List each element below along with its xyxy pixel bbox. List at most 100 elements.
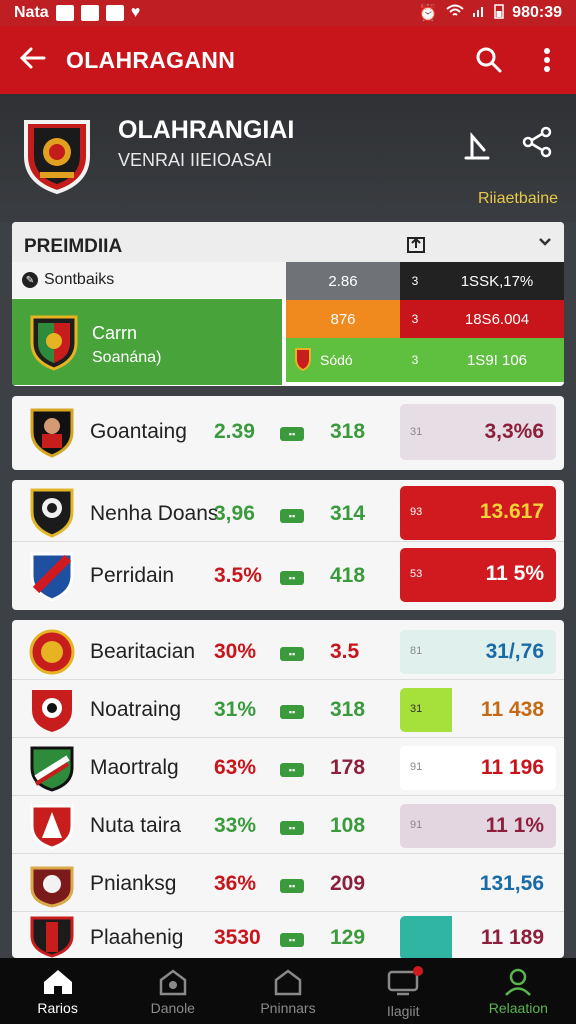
nav-label: Rarios (37, 1000, 78, 1016)
notification-icon (80, 5, 99, 21)
nav-item-teams[interactable]: Pninnars (230, 958, 345, 1024)
team-name: Nuta taira (90, 814, 182, 837)
score-value: 11 1% (485, 814, 544, 837)
app-bar: OLAHRAGANN (0, 26, 576, 94)
more-button[interactable] (518, 47, 576, 73)
carrier-text: Nata (14, 4, 49, 21)
score-rank: 91 (410, 761, 423, 773)
team-crest-icon (28, 914, 76, 958)
panel-cell: 2.86 (286, 262, 400, 300)
team-points: 108 (330, 814, 366, 837)
standings-card: Goantaing 2.39 ▪▪ 318 31 3,3%6 (12, 396, 564, 470)
form-badge: ▪▪ (280, 879, 304, 893)
nav-item-schedule[interactable]: Danole (115, 958, 230, 1024)
form-badge: ▪▪ (280, 821, 304, 835)
back-button[interactable] (0, 43, 66, 77)
team-crest-icon (28, 802, 76, 850)
table-row[interactable]: Pnianksg 36% ▪▪ 209 131,56 (12, 856, 564, 912)
notification-badge (413, 966, 424, 976)
network-button[interactable] (522, 126, 554, 163)
score-value: 11 438 (480, 698, 544, 721)
form-badge: ▪▪ (280, 763, 304, 777)
team-crest-icon (28, 406, 76, 458)
team-score-box: 11 189 (400, 916, 556, 958)
panel-team-block[interactable]: Carrn Soanána) (12, 299, 282, 385)
panel-title: PREIMDIIA (24, 236, 123, 257)
team-stat: 36% (214, 872, 257, 895)
score-value: 3,3%6 (484, 420, 544, 443)
battery-icon (494, 3, 504, 24)
team-name: Perridain (90, 564, 175, 587)
team-crest-icon (294, 347, 312, 374)
team-stat: 33% (214, 814, 257, 837)
share-button[interactable] (462, 130, 492, 165)
table-row[interactable]: Plaahenig 3530 ▪▪ 129 11 189 (12, 910, 564, 958)
team-stat: 3.5% (214, 564, 262, 587)
team-stat: 31% (214, 698, 257, 721)
wifi-icon (446, 4, 464, 23)
team-stat: 3530 (214, 926, 261, 949)
more-vert-icon (544, 48, 550, 72)
header-link[interactable]: Riiaetbaine (478, 190, 558, 208)
share-icon (464, 131, 490, 160)
form-badge: ▪▪ (280, 933, 304, 947)
team-stat: 2.39 (214, 420, 255, 443)
standings-card: Nenha Doans 3,96 ▪▪ 314 93 13.617 Perrid… (12, 480, 564, 610)
chevron-down-icon[interactable] (538, 234, 552, 252)
team-crest-icon (28, 486, 76, 538)
team-points: 418 (330, 564, 366, 587)
team-points: 318 (330, 698, 366, 721)
score-rank: 53 (410, 568, 423, 580)
score-highlight (400, 916, 452, 958)
score-value: 31/,76 (485, 640, 544, 663)
nav-item-highlights[interactable]: Ilagiit (346, 958, 461, 1024)
form-badge: ▪▪ (280, 509, 304, 523)
table-row[interactable]: Nenha Doans 3,96 ▪▪ 314 93 13.617 (12, 486, 564, 542)
panel-sub-label: Sontbaiks (44, 271, 115, 288)
table-row[interactable]: Bearitacian 30% ▪▪ 3.5 81 31/,76 (12, 624, 564, 680)
panel-cell: 3 (400, 300, 430, 338)
team-title: OLAHRANGIAI (118, 116, 295, 144)
team-header: OLAHRANGIAI VENRAI IIEIOASAI Riiaetbaine (0, 94, 576, 222)
alarm-icon: ⏰ (418, 5, 439, 22)
nav-item-profile[interactable]: Relaation (461, 958, 576, 1024)
team-name: Goantaing (90, 420, 187, 443)
score-rank: 81 (410, 645, 423, 657)
panel-cell: 876 (286, 300, 400, 338)
table-row[interactable]: Nuta taira 33% ▪▪ 108 91 11 1% (12, 798, 564, 854)
team-name: Nenha Doans (90, 502, 219, 525)
panel-cell: 1S9I 106 (430, 338, 564, 382)
bottom-navigation: Rarios Danole Pninnars Ilagiit Relaation (0, 958, 576, 1024)
search-button[interactable] (460, 47, 518, 73)
team-name: Noatraing (90, 698, 182, 721)
table-row[interactable]: Noatraing 31% ▪▪ 318 31 11 438 (12, 682, 564, 738)
team-points: 209 (330, 872, 366, 895)
table-row[interactable]: Maortralg 63% ▪▪ 178 91 11 196 (12, 740, 564, 796)
team-points: 3.5 (330, 640, 360, 663)
team-score-box: 131,56 (400, 862, 556, 906)
form-badge: ▪▪ (280, 427, 304, 441)
table-row[interactable]: Goantaing 2.39 ▪▪ 318 31 3,3%6 (12, 404, 564, 460)
team-subtitle: VENRAI IIEIOASAI (118, 150, 273, 170)
team-score-box: 53 11 5% (400, 548, 556, 602)
house-icon (274, 969, 302, 996)
panel-cell: Sódó (286, 338, 400, 382)
nav-label: Ilagiit (386, 1003, 420, 1019)
user-icon (505, 968, 532, 996)
clock: 980:39 (512, 4, 562, 21)
team-score-box: 81 31/,76 (400, 630, 556, 674)
export-icon[interactable] (406, 234, 426, 259)
team-stat: 30% (214, 640, 257, 663)
arrow-left-icon (19, 47, 46, 69)
nav-item-home[interactable]: Rarios (0, 958, 115, 1024)
form-badge: ▪▪ (280, 571, 304, 585)
score-value: 11 189 (480, 926, 544, 949)
heart-icon: ♥ (130, 4, 141, 21)
app-title: OLAHRAGANN (66, 46, 236, 73)
panel-header[interactable]: PREIMDIIA (12, 222, 564, 262)
team-crest-icon (20, 116, 94, 195)
team-name: Plaahenig (90, 926, 184, 949)
table-row[interactable]: Perridain 3.5% ▪▪ 418 53 11 5% (12, 548, 564, 604)
team-crest-icon (28, 313, 80, 371)
score-rank: 31 (410, 703, 423, 715)
